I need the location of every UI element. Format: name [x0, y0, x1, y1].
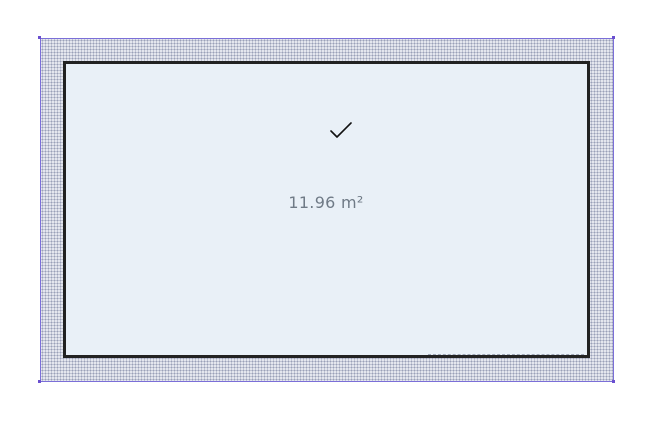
- resize-handle-top-right[interactable]: [612, 36, 615, 39]
- resize-handle-bottom-right[interactable]: [612, 380, 615, 383]
- resize-handle-top-left[interactable]: [38, 36, 41, 39]
- resize-handle-bottom-left[interactable]: [38, 380, 41, 383]
- room-edge-dashed-line: [428, 354, 584, 355]
- room-area-label: 11.96 m²: [288, 193, 364, 212]
- floor-plan-canvas[interactable]: 11.96 m²: [0, 0, 654, 425]
- checkmark-icon[interactable]: [329, 120, 353, 140]
